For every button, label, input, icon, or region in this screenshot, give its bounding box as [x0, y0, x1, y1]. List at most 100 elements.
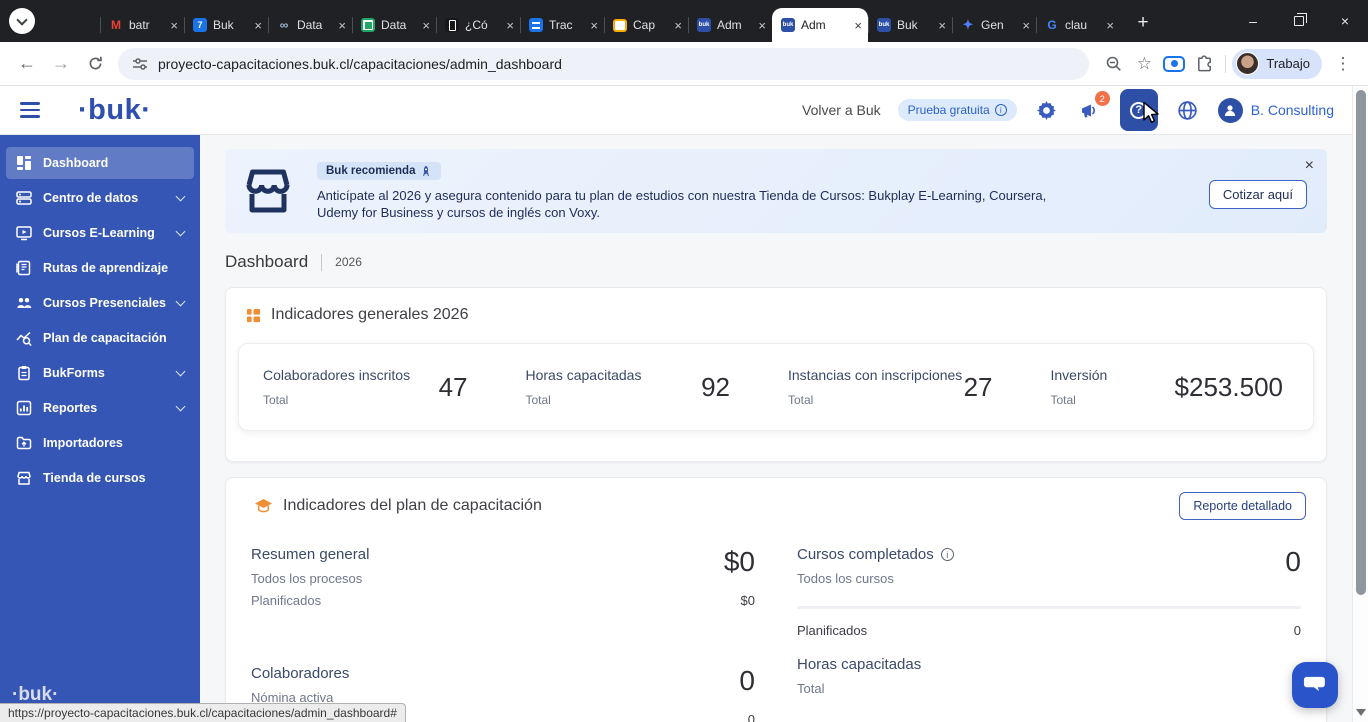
plan-indicators-title: Indicadores del plan de capacitación: [283, 497, 542, 515]
clipboard-icon: [16, 365, 32, 381]
graduation-cap-icon: [254, 498, 273, 514]
tab-close-icon[interactable]: ×: [758, 19, 766, 32]
notification-badge: 2: [1095, 91, 1110, 106]
browser-profile-chip[interactable]: Trabajo: [1232, 49, 1322, 79]
colaboradores-value: 0: [739, 665, 755, 705]
hamburger-menu-button[interactable]: [20, 102, 40, 118]
breadcrumb: Dashboard 2026: [225, 252, 1327, 272]
chevron-down-icon: [16, 14, 27, 25]
info-icon[interactable]: i: [941, 548, 954, 561]
tab-close-icon[interactable]: ×: [1106, 19, 1114, 32]
tab-close-icon[interactable]: ×: [674, 19, 682, 32]
volver-a-buk-link[interactable]: Volver a Buk: [802, 102, 881, 118]
sidebar-item-tienda-de-cursos[interactable]: Tienda de cursos: [6, 462, 194, 494]
new-tab-button[interactable]: +: [1128, 8, 1158, 38]
sidebar-item-rutas-de-aprendizaje[interactable]: Rutas de aprendizaje: [6, 252, 194, 284]
site-settings-icon[interactable]: [132, 56, 148, 72]
bookmark-button[interactable]: ☆: [1129, 49, 1159, 79]
browser-tab[interactable]: ✦Gen×: [952, 8, 1036, 42]
reload-button[interactable]: [78, 47, 112, 81]
sidebar-item-centro-de-datos[interactable]: Centro de datos: [6, 182, 194, 214]
settings-button[interactable]: [1034, 97, 1060, 123]
toolbar-divider: [1225, 55, 1226, 73]
calendar-icon: 7: [193, 18, 207, 32]
window-close-button[interactable]: ×: [1322, 0, 1368, 42]
puzzle-icon: [1195, 54, 1214, 73]
browser-tab[interactable]: bukAdm×: [688, 8, 772, 42]
storefront-icon: [16, 470, 32, 486]
chevron-down-icon: [176, 367, 186, 377]
browser-tab[interactable]: Data×: [352, 8, 436, 42]
account-menu[interactable]: B. Consulting: [1218, 98, 1334, 123]
gemini-icon: ✦: [961, 18, 975, 32]
back-button[interactable]: ←: [10, 47, 44, 81]
tab-close-icon[interactable]: ×: [938, 19, 946, 32]
data-app-icon: ∞: [277, 18, 291, 32]
squares-icon: [246, 308, 261, 323]
language-button[interactable]: [1175, 97, 1201, 123]
browser-menu-button[interactable]: ⋮: [1328, 49, 1358, 79]
minimize-button[interactable]: –: [1230, 0, 1276, 42]
status-url: https://proyecto-capacitaciones.buk.cl/c…: [8, 706, 397, 720]
reporte-detallado-button[interactable]: Reporte detallado: [1179, 492, 1306, 520]
trial-badge[interactable]: Prueba gratuitai: [898, 99, 1017, 121]
restore-button[interactable]: [1276, 0, 1322, 42]
browser-tab[interactable]: Trac×: [520, 8, 604, 42]
plan-left-column: Resumen general Todos los procesos $0 Pl…: [251, 546, 755, 722]
browser-tab[interactable]: ¿Có×: [436, 8, 520, 42]
scrollbar-thumb[interactable]: [1356, 90, 1366, 595]
horas-capacitadas-block: Horas capacitadas Total: [797, 656, 1301, 696]
window-icon: [613, 19, 627, 32]
sidebar-item-bukforms[interactable]: BukForms: [6, 357, 194, 389]
browser-tab[interactable]: bukBuk×: [868, 8, 952, 42]
metric-instancias: Instancias con inscripcionesTotal 27: [776, 367, 1039, 407]
account-name: B. Consulting: [1251, 102, 1334, 118]
tab-close-icon[interactable]: ×: [1022, 19, 1030, 32]
media-control-button[interactable]: [1159, 49, 1189, 79]
tab-close-icon[interactable]: ×: [506, 19, 514, 32]
sidebar-item-importadores[interactable]: Importadores: [6, 427, 194, 459]
general-indicators-title: Indicadores generales 2026: [271, 306, 468, 324]
tab-close-icon[interactable]: ×: [590, 19, 598, 32]
zoom-button[interactable]: [1099, 49, 1129, 79]
sidebar-item-dashboard[interactable]: Dashboard: [6, 147, 194, 179]
buk-recomienda-badge: Buk recomienda: [317, 162, 441, 180]
tab-close-icon[interactable]: ×: [254, 19, 262, 32]
tab-search-button[interactable]: [9, 8, 35, 34]
tab-close-icon[interactable]: ×: [338, 19, 346, 32]
chevron-down-icon: [176, 297, 186, 307]
address-bar[interactable]: proyecto-capacitaciones.buk.cl/capacitac…: [118, 48, 1089, 80]
browser-tab[interactable]: 7Buk×: [184, 8, 268, 42]
restore-icon: [1294, 16, 1304, 26]
metric-value: 92: [701, 372, 764, 403]
tab-close-icon[interactable]: ×: [422, 19, 430, 32]
chevron-down-icon: [176, 192, 186, 202]
book-icon: [445, 18, 459, 32]
general-indicators-card: Indicadores generales 2026 Colaboradores…: [225, 287, 1327, 462]
announcements-button[interactable]: 2: [1077, 97, 1103, 123]
metric-colaboradores-inscritos: Colaboradores inscritosTotal 47: [251, 367, 514, 407]
browser-tab[interactable]: ∞Data×: [268, 8, 352, 42]
browser-tab[interactable]: Cap×: [604, 8, 688, 42]
sidebar-item-cursos-elearning[interactable]: Cursos E-Learning: [6, 217, 194, 249]
chat-widget-button[interactable]: [1292, 662, 1338, 708]
sidebar-item-plan-de-capacitacion[interactable]: Plan de capacitación: [6, 322, 194, 354]
profile-name: Trabajo: [1266, 56, 1310, 71]
browser-tab[interactable]: Mbatr×: [100, 8, 184, 42]
metric-value: $253.500: [1175, 372, 1289, 403]
forward-button[interactable]: →: [44, 47, 78, 81]
browser-tab-active[interactable]: bukAdm×: [772, 8, 868, 42]
extensions-button[interactable]: [1189, 49, 1219, 79]
buk-icon: buk: [697, 18, 711, 32]
bar-chart-icon: [16, 400, 32, 416]
sidebar-item-cursos-presenciales[interactable]: Cursos Presenciales: [6, 287, 194, 319]
scrollbar-down-arrow[interactable]: [1356, 709, 1366, 716]
banner-close-icon[interactable]: ×: [1305, 158, 1314, 174]
browser-tab[interactable]: Gclau×: [1036, 8, 1120, 42]
tab-close-icon[interactable]: ×: [170, 19, 178, 32]
cotizar-aqui-button[interactable]: Cotizar aquí: [1209, 180, 1307, 209]
tab-close-icon[interactable]: ×: [854, 19, 862, 32]
section-divider: [797, 606, 1301, 609]
sidebar-item-reportes[interactable]: Reportes: [6, 392, 194, 424]
browser-window: Mbatr× 7Buk× ∞Data× Data× ¿Có× Trac× Cap…: [0, 0, 1368, 722]
